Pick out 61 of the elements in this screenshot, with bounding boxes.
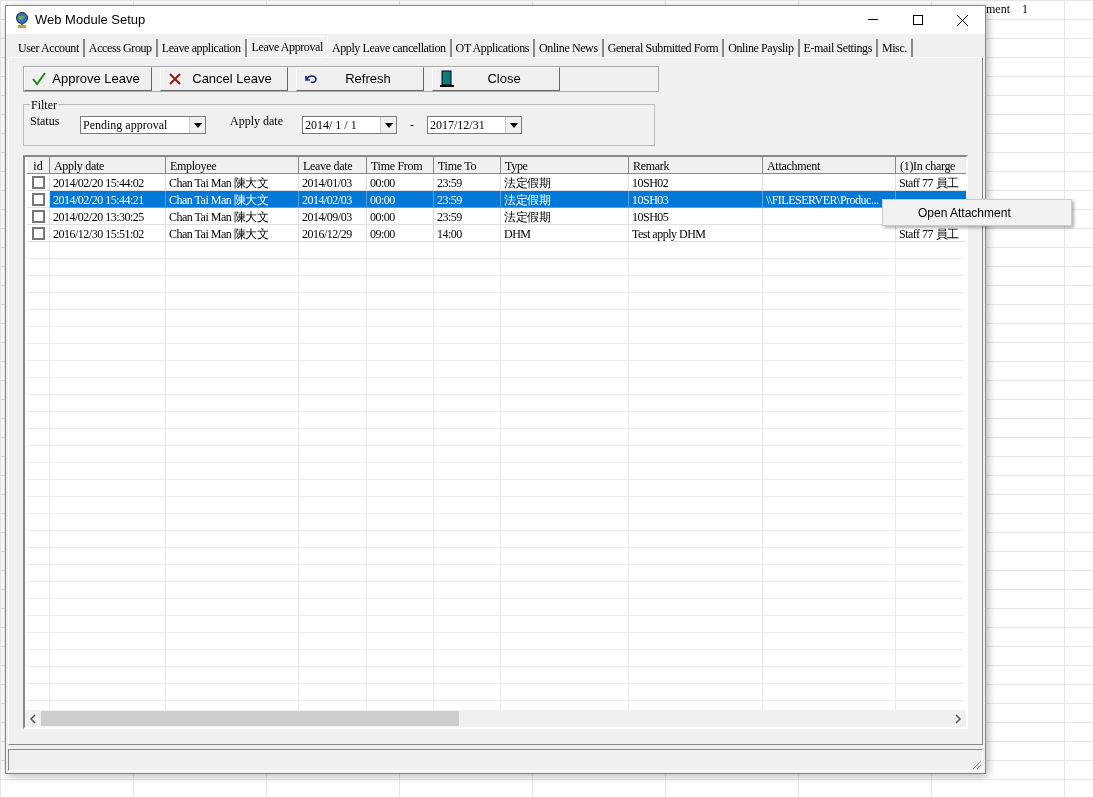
- checkbox[interactable]: [31, 209, 45, 223]
- maximize-icon: [912, 15, 923, 25]
- column-header[interactable]: Type: [501, 157, 629, 174]
- column-header[interactable]: Time To: [434, 157, 501, 174]
- table-cell: 法定假期: [501, 208, 629, 225]
- check-icon: [31, 71, 47, 87]
- field-label: Apply date: [230, 113, 284, 130]
- checkbox[interactable]: [31, 175, 45, 189]
- column-header[interactable]: Apply date: [50, 157, 166, 174]
- table-cell: 00:00: [367, 191, 434, 208]
- toolbar-button[interactable]: Cancel Leave: [160, 67, 288, 91]
- table-cell: 23:59: [434, 191, 501, 208]
- column-header[interactable]: (1)In charge: [896, 157, 966, 174]
- table-cell: 2014/02/20 15:44:21: [50, 191, 166, 208]
- globe-icon: [15, 11, 29, 29]
- toolbar-button[interactable]: Approve Leave: [24, 67, 152, 91]
- table-cell: 2016/12/29: [299, 225, 367, 242]
- table-cell: \\FILESERVER\Produc...: [763, 191, 896, 208]
- checkbox[interactable]: [31, 192, 45, 206]
- toolbar-button[interactable]: Close: [432, 67, 560, 91]
- resize-grip-icon[interactable]: [970, 758, 982, 770]
- table-cell: 法定假期: [501, 191, 629, 208]
- spreadsheet-cell-text: ment: [986, 1, 1010, 18]
- undo-arrow-icon: [303, 73, 319, 85]
- tab[interactable]: Leave Approval: [246, 36, 328, 57]
- table-cell: 2014/09/03: [299, 208, 367, 225]
- spreadsheet-cell-text: 1: [1022, 1, 1028, 18]
- column-header[interactable]: id: [27, 157, 50, 174]
- column-header[interactable]: Employee: [166, 157, 299, 174]
- status-dropdown[interactable]: Pending approval: [80, 116, 206, 134]
- table-cell: 09:00: [367, 225, 434, 242]
- table-cell: 2014/02/03: [299, 191, 367, 208]
- column-header[interactable]: Leave date: [299, 157, 367, 174]
- separator: -: [410, 117, 414, 134]
- minimize-icon: [867, 19, 878, 21]
- table-cell: Chan Tai Man 陳大文: [166, 191, 299, 208]
- scrollbar-thumb[interactable]: [41, 711, 459, 726]
- column-header[interactable]: Remark: [629, 157, 763, 174]
- date-picker[interactable]: 2017/12/31: [427, 116, 522, 134]
- table-cell: 2016/12/30 15:51:02: [50, 225, 166, 242]
- close-icon: [957, 14, 968, 26]
- table-cell: Chan Tai Man 陳大文: [166, 208, 299, 225]
- date-picker[interactable]: 2014/ 1 / 1: [302, 116, 397, 134]
- field-label: Status: [30, 113, 61, 130]
- table-cell: 23:59: [434, 208, 501, 225]
- table-cell: 10SH03: [629, 191, 763, 208]
- door-icon: [439, 70, 455, 88]
- column-header[interactable]: Time From: [367, 157, 434, 174]
- table-cell: 14:00: [434, 225, 501, 242]
- table-cell: 00:00: [367, 208, 434, 225]
- table-cell: 2014/02/20 13:30:25: [50, 208, 166, 225]
- table-cell: 10SH05: [629, 208, 763, 225]
- table-cell: Test apply DHM: [629, 225, 763, 242]
- horizontal-scrollbar[interactable]: [25, 710, 966, 727]
- x-icon: [167, 71, 183, 87]
- window-title: Web Module Setup: [35, 11, 146, 30]
- table-cell: DHM: [501, 225, 629, 242]
- column-header[interactable]: Attachment: [763, 157, 896, 174]
- toolbar-button[interactable]: Refresh: [296, 67, 424, 91]
- table-cell: Chan Tai Man 陳大文: [166, 225, 299, 242]
- checkbox[interactable]: [31, 226, 45, 240]
